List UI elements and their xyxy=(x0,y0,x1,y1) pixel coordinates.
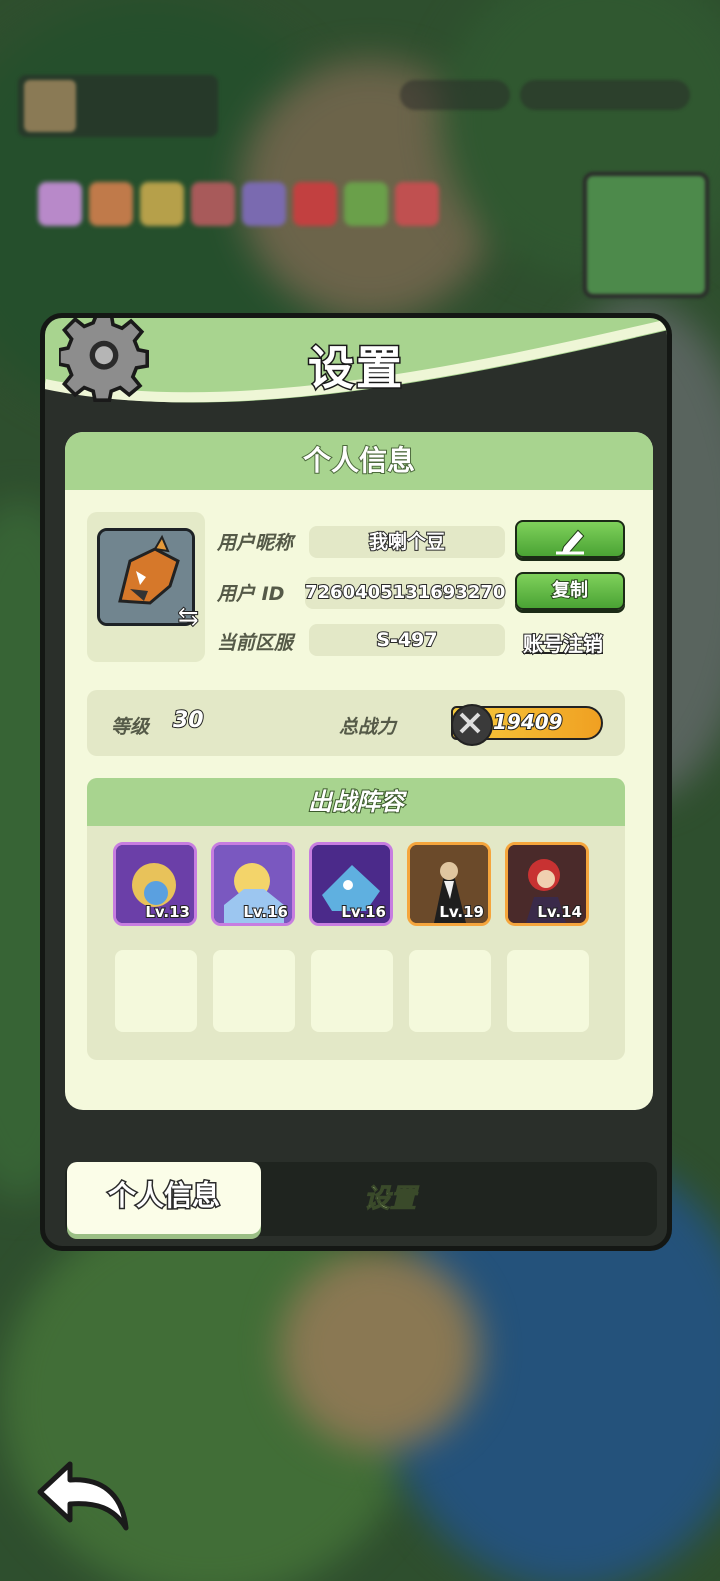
power-badge: 19409 xyxy=(451,704,603,746)
resource-bar-blurred xyxy=(400,80,510,110)
user-id-label: 用户 ID xyxy=(217,583,285,605)
player-hud-blurred xyxy=(18,75,218,137)
level-label: 等级 xyxy=(111,716,150,738)
resource-bar-blurred xyxy=(520,80,690,110)
hero-level: Lv.16 xyxy=(340,902,387,922)
empty-hero-slot[interactable] xyxy=(115,950,197,1032)
server-label: 当前区服 xyxy=(217,632,294,654)
edit-nickname-button[interactable] xyxy=(515,520,625,558)
hero-level: Lv.16 xyxy=(242,902,289,922)
hero-slot-2[interactable]: Lv.16 xyxy=(211,842,295,926)
hero-level: Lv.14 xyxy=(536,902,583,922)
pencil-icon xyxy=(556,529,585,555)
minimap-blurred xyxy=(583,172,709,298)
nickname-value: 我喇个豆 xyxy=(309,526,505,558)
stats-bar: 等级 30 总战力 19409 xyxy=(87,690,625,756)
hero-slot-3[interactable]: Lv.16 xyxy=(309,842,393,926)
gear-icon xyxy=(59,318,149,402)
empty-hero-slot[interactable] xyxy=(311,950,393,1032)
hero-slot-1[interactable]: Lv.13 xyxy=(113,842,197,926)
personal-info-header: 个人信息 xyxy=(65,432,653,490)
hero-strip-blurred xyxy=(38,182,468,236)
hero-level: Lv.13 xyxy=(144,902,191,922)
nickname-label: 用户昵称 xyxy=(217,532,294,554)
tab-personal-info[interactable]: 个人信息 xyxy=(67,1162,261,1234)
back-arrow-icon[interactable] xyxy=(36,1458,132,1532)
copy-id-button[interactable]: 复制 xyxy=(515,572,625,610)
hero-level: Lv.19 xyxy=(438,902,485,922)
power-value: 19409 xyxy=(492,709,564,735)
user-id-value: 7260405131693270 xyxy=(304,577,506,609)
tab-settings[interactable]: 设置 xyxy=(315,1162,465,1236)
power-label: 总战力 xyxy=(339,716,397,738)
empty-hero-slot[interactable] xyxy=(507,950,589,1032)
hero-slot-5[interactable]: Lv.14 xyxy=(505,842,589,926)
level-value: 30 xyxy=(172,707,205,734)
avatar-frame: ⇆ xyxy=(87,512,205,662)
personal-info-card: 个人信息 ⇆ 用户昵称 我喇个豆 用户 ID 7260405131693270 … xyxy=(65,432,653,1110)
lineup-title: 出战阵容 xyxy=(87,778,625,826)
empty-hero-slot[interactable] xyxy=(213,950,295,1032)
server-value: S-497 xyxy=(309,624,505,656)
battle-lineup: 出战阵容 Lv.13 Lv.16 Lv.16 Lv.19 Lv.14 xyxy=(87,778,625,1060)
panel-tabs: 个人信息 设置 xyxy=(65,1162,657,1236)
empty-hero-slot[interactable] xyxy=(409,950,491,1032)
hero-slot-4[interactable]: Lv.19 xyxy=(407,842,491,926)
cancel-account-link[interactable]: 账号注销 xyxy=(522,628,604,657)
crossed-swords-icon xyxy=(451,704,493,746)
swap-arrows-icon[interactable]: ⇆ xyxy=(177,602,200,633)
settings-panel: 设置 个人信息 ⇆ 用户昵称 我喇个豆 用户 ID 72604051316932… xyxy=(40,313,672,1251)
